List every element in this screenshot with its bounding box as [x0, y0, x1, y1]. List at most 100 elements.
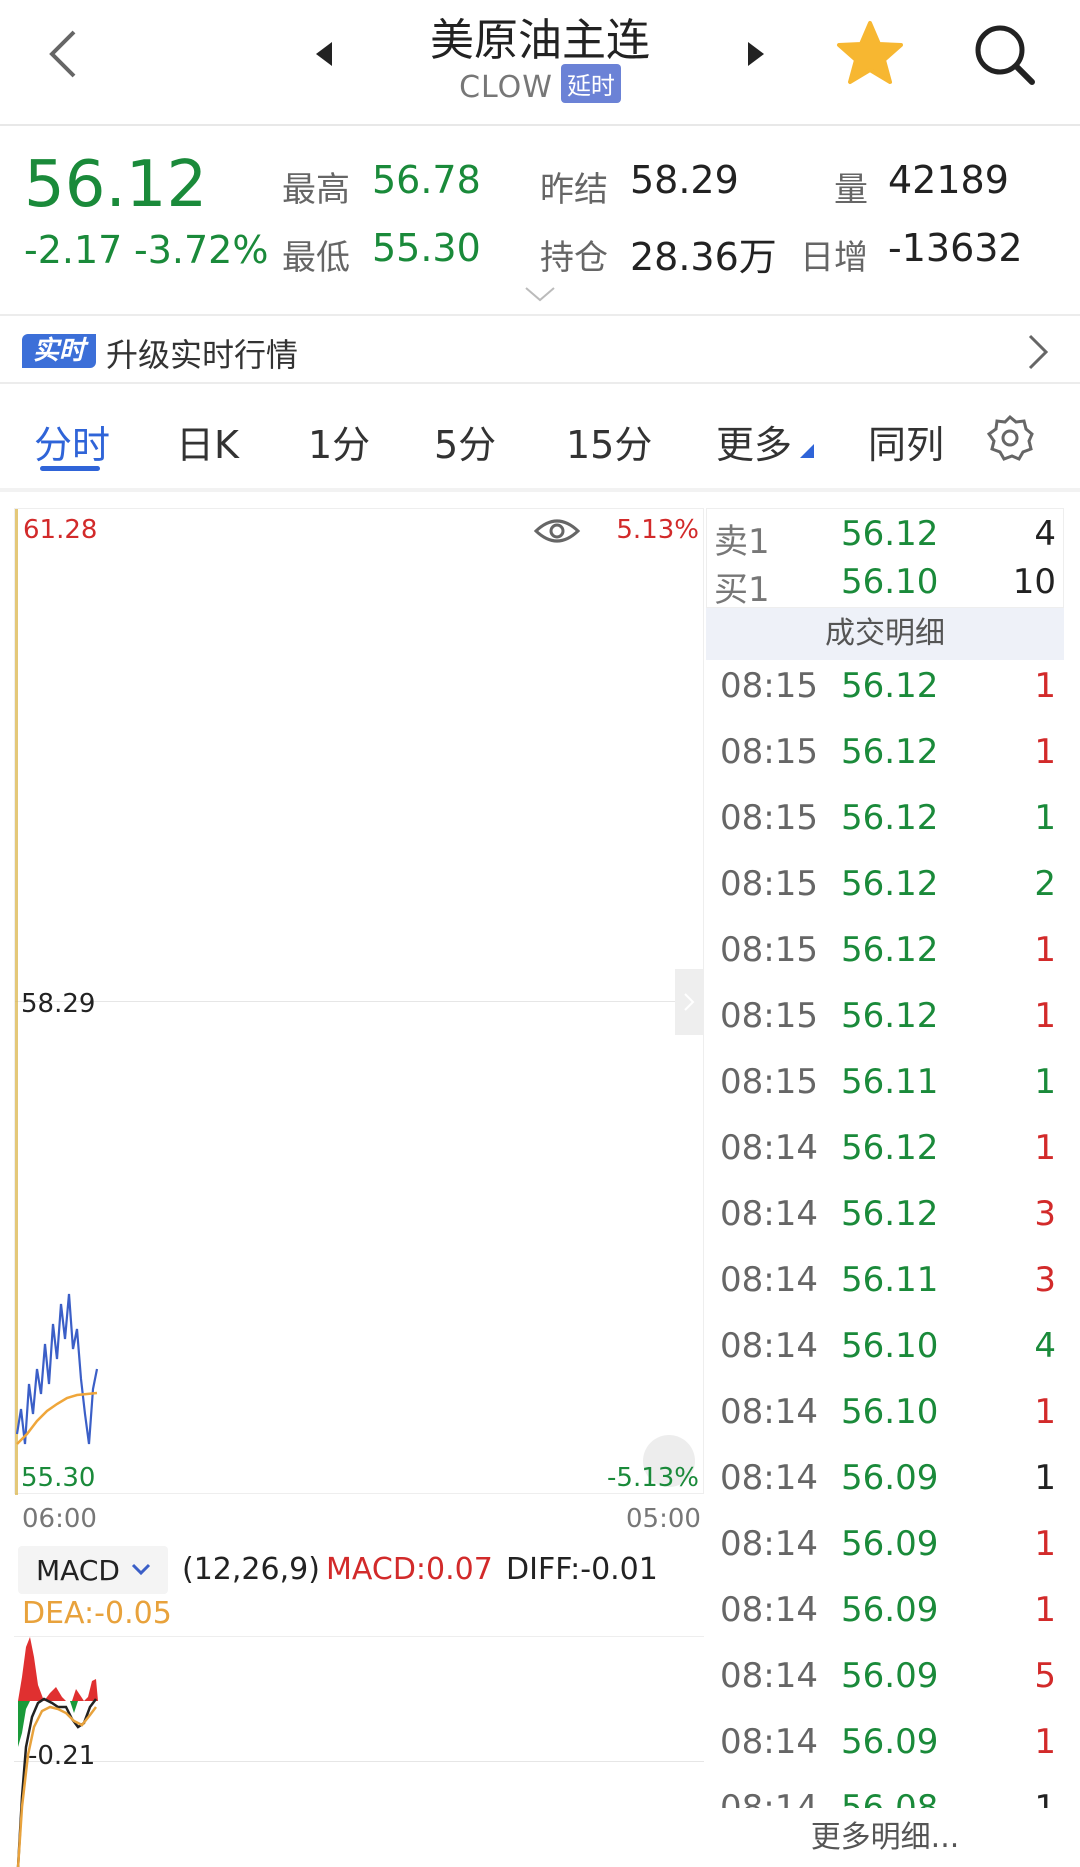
indicator-selector[interactable]: MACD [18, 1546, 168, 1594]
expand-chevron-icon[interactable] [524, 286, 556, 304]
active-tab-indicator [40, 466, 100, 471]
settings-gear-icon[interactable] [986, 414, 1034, 462]
trade-volume: 1 [1034, 1392, 1056, 1432]
more-dropdown-icon [800, 444, 814, 458]
trade-row: 08:15 56.12 2 [706, 864, 1064, 930]
trade-volume: 2 [1034, 864, 1056, 904]
trade-volume: 1 [1034, 1788, 1056, 1808]
open-interest-label: 持仓 [540, 238, 608, 278]
contract-title: 美原油主连 [430, 15, 650, 66]
next-contract-icon[interactable] [746, 40, 766, 68]
indicator-name: MACD [36, 1554, 120, 1587]
macd-value: MACD:0.07 [326, 1552, 493, 1587]
trade-volume: 5 [1034, 1656, 1056, 1696]
low-value: 55.30 [372, 226, 481, 270]
tab-15min[interactable]: 15分 [566, 414, 652, 469]
back-icon[interactable] [44, 28, 80, 80]
search-icon[interactable] [972, 22, 1038, 88]
trade-row: 08:15 56.12 1 [706, 930, 1064, 996]
trade-time: 08:14 [720, 1590, 818, 1630]
chevron-right-icon [1028, 334, 1049, 370]
trade-volume: 1 [1034, 1128, 1056, 1168]
trade-volume: 1 [1034, 1524, 1056, 1564]
last-price: 56.12 [24, 148, 208, 222]
expand-panel-handle[interactable] [675, 969, 703, 1035]
realtime-tag: 实时 [22, 334, 96, 368]
tab-timeshare[interactable]: 分时 [34, 414, 110, 469]
tab-1min[interactable]: 1分 [308, 414, 370, 469]
bid-row: 买1 56.10 10 [706, 562, 1064, 610]
trade-detail-header: 成交明细 [706, 608, 1064, 660]
trade-time: 08:15 [720, 930, 818, 970]
trade-time: 08:14 [720, 1128, 818, 1168]
trade-price: 56.12 [841, 1128, 939, 1168]
tab-more[interactable]: 更多 [716, 414, 792, 469]
daily-increase-value: -13632 [888, 226, 1023, 270]
upgrade-realtime-banner[interactable]: 实时 升级实时行情 [0, 316, 1080, 384]
bid-price: 56.10 [841, 562, 939, 602]
trade-row: 08:15 56.12 1 [706, 996, 1064, 1062]
order-book-panel: 卖1 56.12 4 买1 56.10 10 成交明细 08:15 56.12 1 0… [706, 508, 1064, 1867]
macd-chart[interactable]: -0.21 [14, 1636, 704, 1867]
chart-mid-price: 58.29 [21, 989, 96, 1019]
trade-row: 08:14 56.10 1 [706, 1392, 1064, 1458]
intraday-chart[interactable]: 61.28 5.13% 58.29 55.30 -5.13% [14, 508, 704, 1495]
trade-volume: 1 [1034, 1458, 1056, 1498]
time-axis-start: 06:00 [22, 1504, 97, 1534]
eye-icon[interactable] [533, 515, 581, 547]
price-change: -2.17 [24, 228, 123, 272]
trade-volume: 1 [1034, 666, 1056, 706]
trade-volume: 3 [1034, 1260, 1056, 1300]
trade-row: 08:15 56.12 1 [706, 666, 1064, 732]
trade-volume: 3 [1034, 1194, 1056, 1234]
volume-label: 量 [834, 170, 868, 210]
trade-price: 56.10 [841, 1326, 939, 1366]
trade-time: 08:14 [720, 1656, 818, 1696]
macd-plot [16, 1637, 98, 1867]
tab-daily-k[interactable]: 日K [176, 414, 239, 469]
star-icon[interactable] [836, 20, 904, 86]
chart-top-pct: 5.13% [616, 515, 699, 545]
trade-time: 08:15 [720, 666, 818, 706]
trade-list[interactable]: 08:15 56.12 1 08:15 56.12 1 08:15 56.12 1 08:15 56… [706, 660, 1064, 1808]
trade-volume: 1 [1034, 798, 1056, 838]
trade-price: 56.08 [841, 1788, 939, 1808]
trade-price: 56.12 [841, 732, 939, 772]
trade-row: 08:14 56.12 3 [706, 1194, 1064, 1260]
prev-settle-label: 昨结 [540, 170, 608, 210]
trade-price: 56.09 [841, 1722, 939, 1762]
trade-row: 08:14 56.09 1 [706, 1524, 1064, 1590]
trade-time: 08:15 [720, 864, 818, 904]
trade-volume: 4 [1034, 1326, 1056, 1366]
chevron-down-icon [131, 1563, 151, 1576]
trade-price: 56.10 [841, 1392, 939, 1432]
more-details-link[interactable]: 更多明细... [706, 1808, 1064, 1867]
trade-time: 08:14 [720, 1326, 818, 1366]
trade-time: 08:14 [720, 1788, 818, 1808]
prev-contract-icon[interactable] [314, 40, 334, 68]
tab-5min[interactable]: 5分 [434, 414, 496, 469]
open-interest-value: 28.36万 [630, 235, 777, 279]
trade-price: 56.12 [841, 930, 939, 970]
tab-peer-list[interactable]: 同列 [868, 414, 944, 469]
trade-time: 08:15 [720, 798, 818, 838]
delayed-badge: 延时 [560, 64, 621, 103]
ask-price: 56.12 [841, 514, 939, 554]
trade-price: 56.09 [841, 1590, 939, 1630]
trade-time: 08:14 [720, 1458, 818, 1498]
contract-code: CLOW [459, 70, 553, 105]
trade-volume: 1 [1034, 732, 1056, 772]
contract-subtitle: CLOW 延时 [340, 64, 740, 105]
volume-value: 42189 [888, 158, 1009, 202]
macd-axis-label: -0.21 [28, 1741, 96, 1771]
trade-time: 08:15 [720, 732, 818, 772]
trade-volume: 1 [1034, 1722, 1056, 1762]
trade-time: 08:14 [720, 1722, 818, 1762]
trade-price: 56.09 [841, 1656, 939, 1696]
banner-text: 升级实时行情 [106, 336, 299, 374]
trade-time: 08:14 [720, 1194, 818, 1234]
trade-row: 08:14 56.11 3 [706, 1260, 1064, 1326]
prev-settle-value: 58.29 [630, 158, 739, 202]
macd-params: (12,26,9) [182, 1552, 320, 1587]
trade-row: 08:14 56.09 5 [706, 1656, 1064, 1722]
